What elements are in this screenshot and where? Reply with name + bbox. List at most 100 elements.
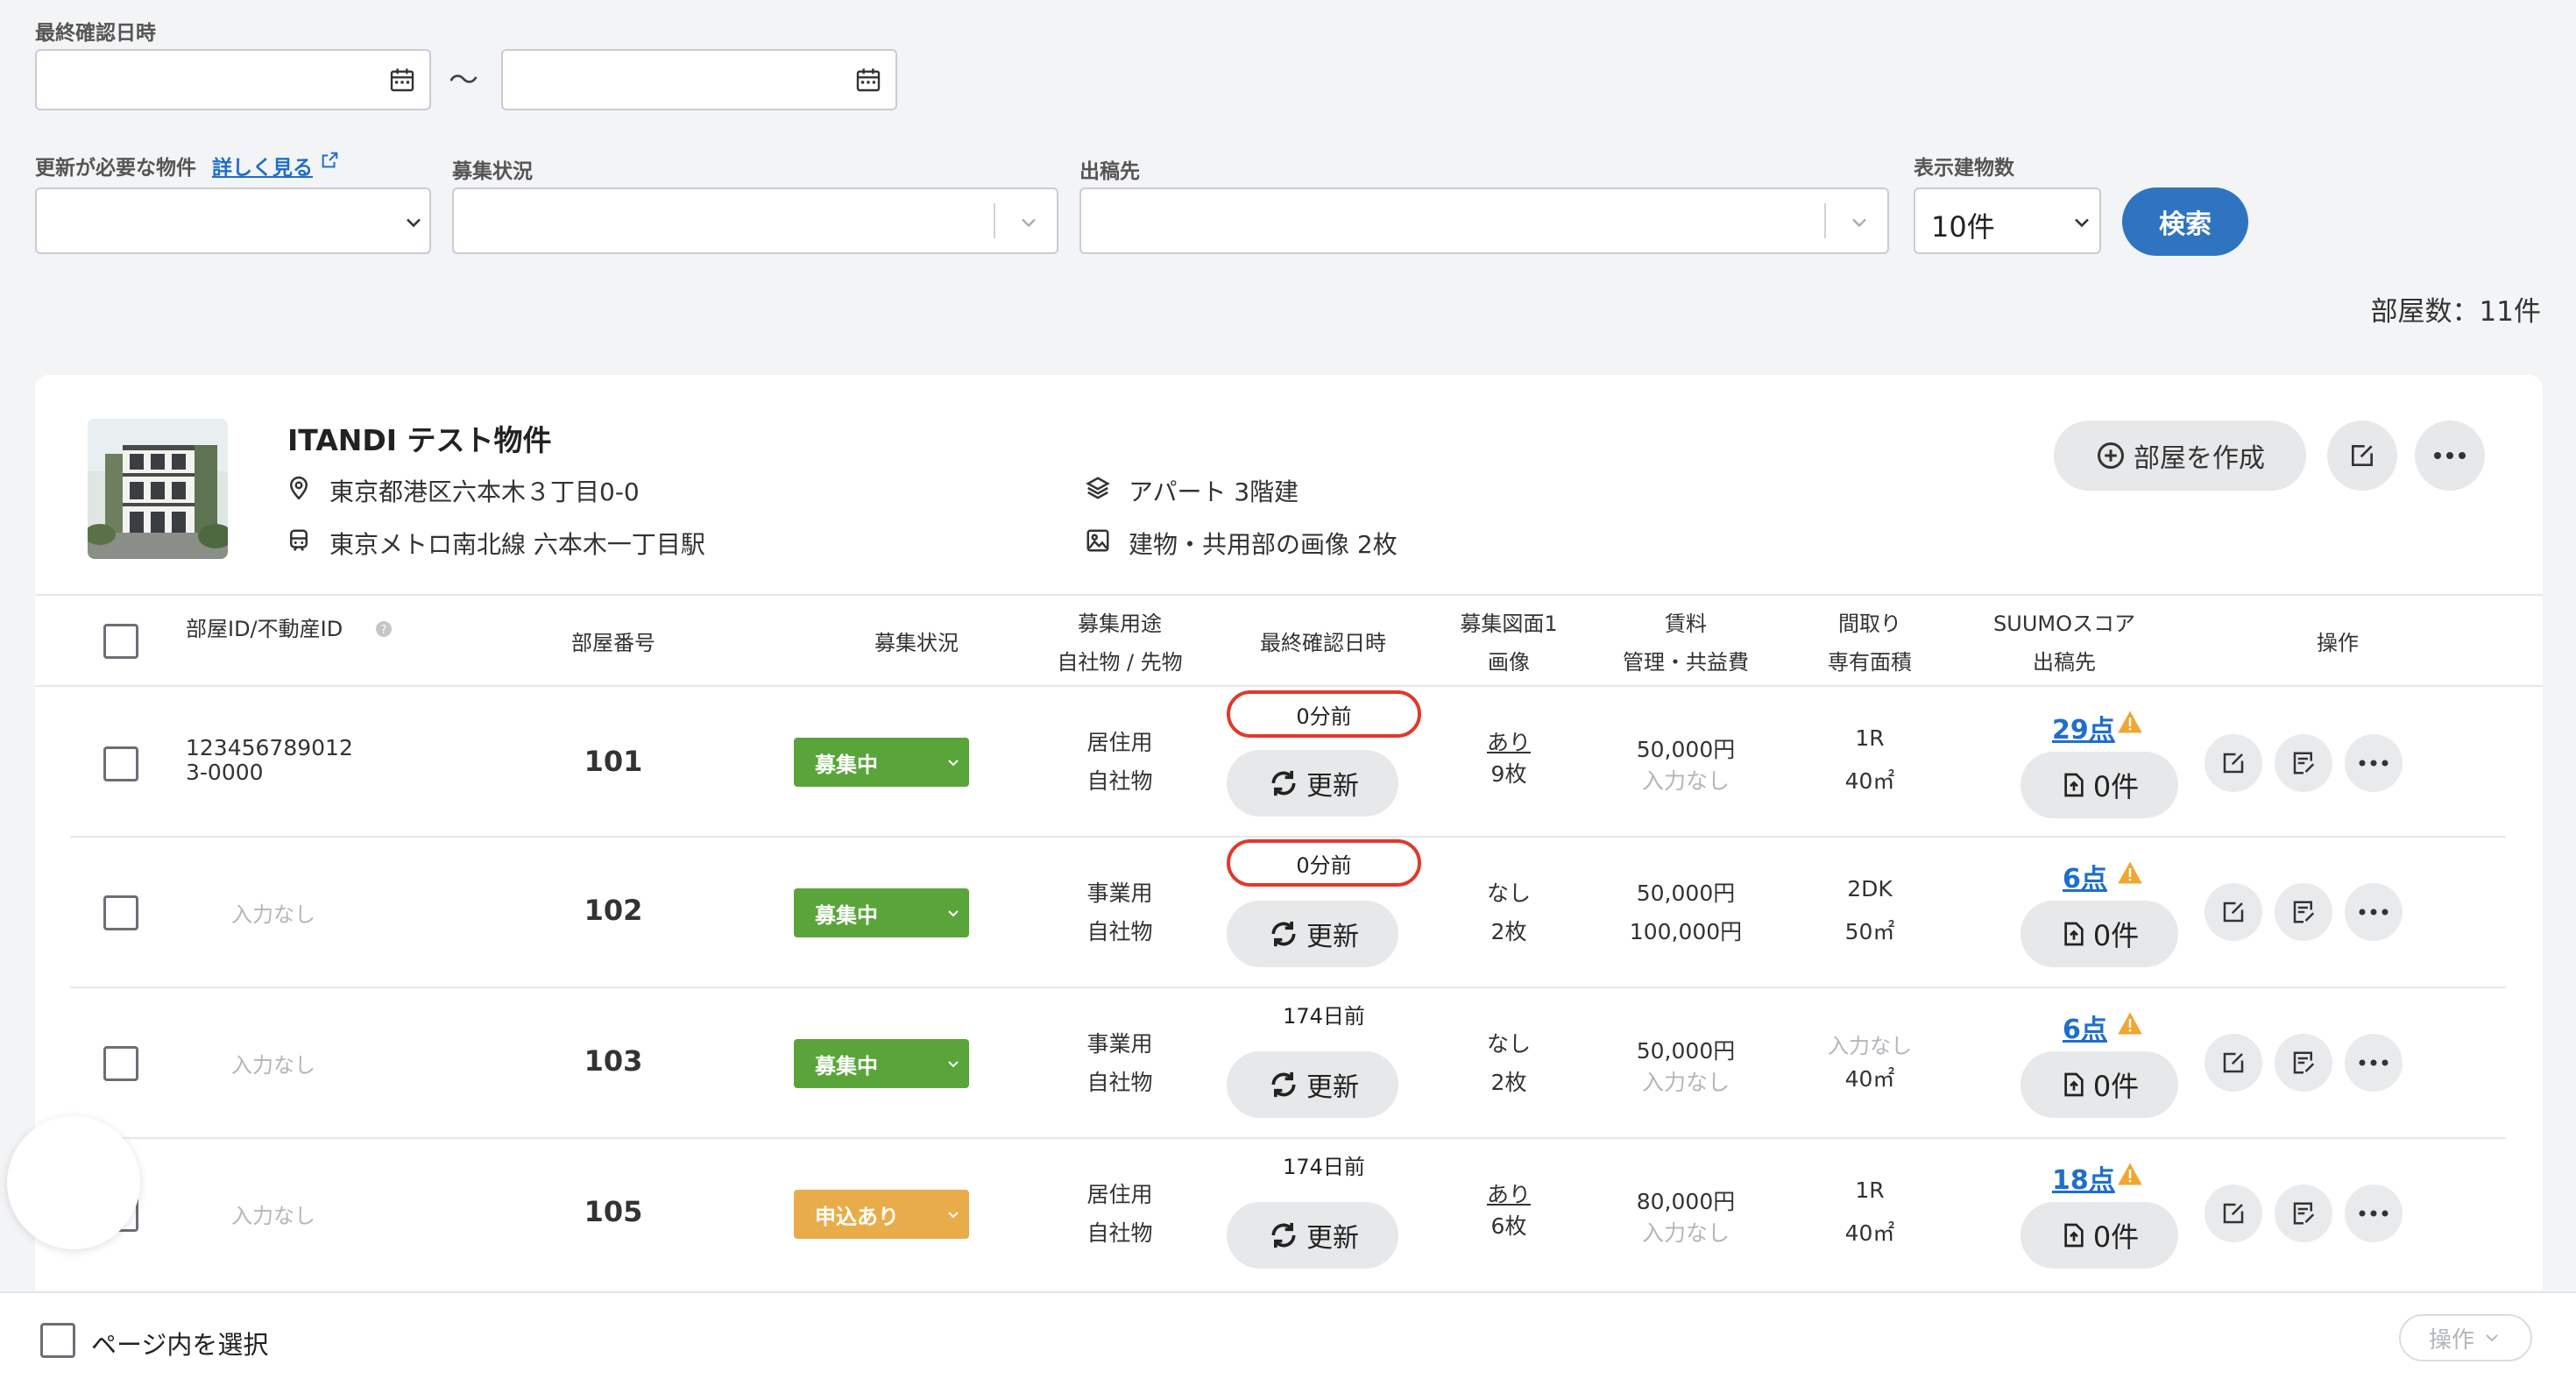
update-label: 更新 (1306, 1223, 1359, 1254)
room-number[interactable]: 103 (526, 1044, 701, 1078)
row-checkbox[interactable] (103, 895, 138, 930)
image-count: 9枚 (1490, 761, 1527, 787)
room-id[interactable]: 入力なし (186, 1048, 361, 1078)
room-notes-button[interactable] (2275, 883, 2332, 941)
more-horizontal-icon (2359, 1210, 2388, 1217)
room-number[interactable]: 102 (526, 894, 701, 927)
room-more-button[interactable] (2345, 1184, 2403, 1242)
publish-count-button[interactable]: 0件 (2020, 1202, 2178, 1269)
update-button[interactable]: 更新 (1227, 1051, 1398, 1118)
publish-count-button[interactable]: 0件 (2020, 1051, 2178, 1118)
room-more-button[interactable] (2345, 1034, 2403, 1092)
suumo-score-link[interactable]: 6点 (2063, 857, 2107, 895)
recruit-status-select[interactable] (452, 187, 1058, 254)
date-range-separator: 〜 (449, 63, 478, 98)
status-dropdown[interactable]: 募集中 (794, 738, 969, 787)
floorplan-link[interactable]: あり (1439, 725, 1579, 757)
destination-select[interactable] (1079, 187, 1889, 254)
status-label: 募集中 (815, 752, 878, 777)
update-button[interactable]: 更新 (1227, 750, 1398, 817)
publish-count-button[interactable]: 0件 (2020, 901, 2178, 967)
update-button[interactable]: 更新 (1227, 1202, 1398, 1269)
notes-edit-icon (2293, 1051, 2315, 1074)
property-station: 東京メトロ南北線 六本木一丁目駅 (329, 530, 705, 559)
update-button[interactable]: 更新 (1227, 901, 1398, 967)
status-label: 募集中 (815, 1053, 878, 1078)
room-id[interactable]: 入力なし (186, 1199, 361, 1229)
svg-text:?: ? (381, 624, 387, 637)
room-edit-button[interactable] (2204, 734, 2262, 792)
floating-widget[interactable] (7, 1116, 140, 1249)
room-notes-button[interactable] (2275, 1034, 2332, 1092)
room-edit-button[interactable] (2204, 1184, 2262, 1242)
building-images[interactable]: 建物・共用部の画像 2枚 (1129, 526, 1398, 561)
room-notes-button[interactable] (2275, 1184, 2332, 1242)
th-last-confirmed: 最終確認日時 (1260, 631, 1386, 655)
publish-count: 0件 (2092, 1220, 2140, 1254)
display-count-select[interactable]: 10件 (1914, 187, 2101, 254)
status-label: 募集中 (815, 902, 878, 928)
suumo-score-link[interactable]: 18点 (2052, 1158, 2115, 1197)
row-checkbox[interactable] (103, 1046, 138, 1081)
layout: 1R (1855, 1177, 1885, 1203)
calendar-icon[interactable] (387, 66, 417, 94)
help-icon[interactable]: ? (375, 620, 393, 638)
needs-update-label: 更新が必要な物件 詳しく見る (35, 151, 339, 180)
calendar-icon[interactable] (853, 66, 883, 94)
row-checkbox[interactable] (103, 746, 138, 781)
select-page-checkbox[interactable] (40, 1323, 75, 1358)
room-more-button[interactable] (2345, 734, 2403, 792)
create-room-button[interactable]: 部屋を作成 (2054, 421, 2306, 491)
suumo-score-link[interactable]: 6点 (2063, 1008, 2107, 1046)
date-to-input[interactable] (501, 49, 897, 110)
room-edit-button[interactable] (2204, 1034, 2262, 1092)
bulk-actions-button[interactable]: 操作 (2399, 1314, 2532, 1361)
publish-count: 0件 (2092, 1070, 2140, 1103)
th-usage-2: 自社物 / 先物 (1057, 650, 1183, 675)
property-name[interactable]: ITANDI テスト物件 (287, 417, 552, 459)
layout: 2DK (1847, 876, 1893, 902)
status-dropdown[interactable]: 申込あり (794, 1190, 969, 1239)
date-from-input[interactable] (35, 49, 431, 110)
select-all-checkbox[interactable] (103, 624, 138, 659)
status-dropdown[interactable]: 募集中 (794, 1039, 969, 1088)
management-fee: 入力なし (1641, 1070, 1730, 1095)
room-count: 部屋数：11件 (2370, 296, 2541, 328)
external-link-icon[interactable] (320, 151, 339, 170)
last-confirmed-label: 最終確認日時 (35, 22, 156, 45)
table-row: 入力なし 103 募集中 事業用 自社物 174日前 更新 なし 2枚 50,0… (35, 988, 2543, 1137)
status-dropdown[interactable]: 募集中 (794, 888, 969, 937)
needs-update-select[interactable] (35, 187, 431, 254)
edit-icon (2223, 753, 2244, 774)
room-edit-button[interactable] (2204, 883, 2262, 941)
bulk-actions-label: 操作 (2428, 1326, 2474, 1354)
notes-edit-icon (2293, 901, 2315, 923)
warning-icon (2118, 711, 2142, 733)
table-row: 123456789012 3-0000 101 募集中 居住用 自社物 0分前 … (35, 687, 2543, 836)
property-thumbnail[interactable] (88, 419, 228, 559)
edit-icon (2223, 902, 2244, 923)
edit-property-button[interactable] (2327, 421, 2397, 491)
suumo-score-link[interactable]: 29点 (2052, 708, 2115, 746)
bulk-action-footer: ページ内を選択 操作 (0, 1291, 2576, 1393)
room-notes-button[interactable] (2275, 734, 2332, 792)
ownership: 自社物 (1086, 1070, 1153, 1095)
detail-link[interactable]: 詳しく見る (212, 157, 313, 180)
warning-icon (2118, 1163, 2142, 1185)
layout: 入力なし (1828, 1034, 1912, 1058)
room-number[interactable]: 101 (526, 745, 701, 778)
search-button[interactable]: 検索 (2122, 187, 2248, 256)
usage: 居住用 (1086, 730, 1153, 755)
room-more-button[interactable] (2345, 883, 2403, 941)
room-id[interactable]: 入力なし (186, 897, 361, 928)
upload-icon (2064, 1223, 2084, 1248)
th-suumo-1: SUUMOスコア (1993, 612, 2135, 636)
property-more-button[interactable] (2415, 421, 2485, 491)
refresh-icon (1271, 1222, 1296, 1248)
floorplan-link[interactable]: あり (1439, 1177, 1579, 1209)
area: 50㎡ (1844, 919, 1895, 944)
room-id[interactable]: 123456789012 3-0000 (186, 736, 353, 785)
room-number[interactable]: 105 (526, 1195, 701, 1228)
select-page-label[interactable]: ページ内を選択 (91, 1325, 268, 1361)
publish-count-button[interactable]: 0件 (2020, 752, 2178, 818)
